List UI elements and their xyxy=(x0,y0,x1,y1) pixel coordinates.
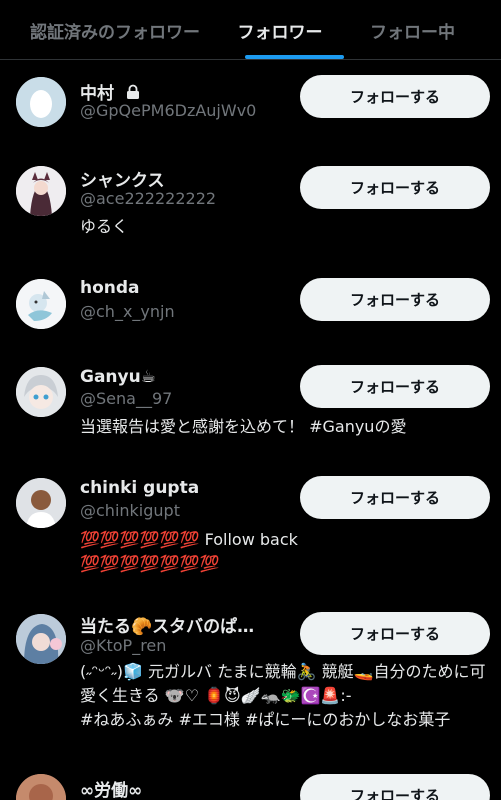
follow-button[interactable]: フォローする xyxy=(300,75,490,118)
user-name[interactable]: シャンクス xyxy=(80,166,165,191)
tab-followers[interactable]: フォロワー xyxy=(230,0,330,60)
active-tab-indicator xyxy=(245,55,344,59)
tab-following[interactable]: フォロー中 xyxy=(370,0,501,60)
list-item[interactable]: chinki gupta @chinkigupt 💯💯💯💯💯💯 Follow b… xyxy=(0,476,501,586)
avatar-image xyxy=(16,774,66,800)
user-bio: ゆるく xyxy=(80,217,129,236)
user-name[interactable]: 当たる🥐スタバのぱ… xyxy=(80,612,254,637)
list-item[interactable]: シャンクス @ace222222222 ゆるく フォローする xyxy=(0,164,501,244)
character-avatar-image xyxy=(16,279,66,329)
follow-button[interactable]: フォローする xyxy=(300,476,490,519)
user-handle: @ch_x_ynjn xyxy=(80,302,175,321)
avatar[interactable] xyxy=(16,367,66,417)
person-photo-avatar-image xyxy=(16,478,66,528)
user-handle: @KtoP_ren xyxy=(80,636,167,655)
avatar[interactable] xyxy=(16,166,66,216)
user-bio: 当選報告は愛と感謝を込めて！ #Ganyuの愛 xyxy=(80,417,407,436)
list-item[interactable]: 当たる🥐スタバのぱ… @KtoP_ren (˶ᵔᵕᵔ˶)🧊 元ガルバ たまに競輪… xyxy=(0,612,501,762)
list-item[interactable]: Ganyu☕ @Sena__97 当選報告は愛と感謝を込めて！ #Ganyuの愛… xyxy=(0,365,501,445)
list-item[interactable]: 中村 @GpQePM6DzAujWv0 フォローする xyxy=(0,75,501,145)
follow-button[interactable]: フォローする xyxy=(300,612,490,655)
anime-character-avatar-image xyxy=(16,367,66,417)
user-handle: @GpQePM6DzAujWv0 xyxy=(80,101,257,120)
user-name[interactable]: honda xyxy=(80,278,140,298)
user-name[interactable]: ∞労働∞ xyxy=(80,776,142,800)
user-bio: (˶ᵔᵕᵔ˶)🧊 元ガルバ たまに競輪🚴 競艇🚤自分のために可愛く生きる 🐨♡ … xyxy=(80,662,486,729)
user-bio: 💯💯💯💯💯💯 Follow back 💯💯💯💯💯💯💯 xyxy=(80,530,298,573)
user-name[interactable]: Ganyu☕ xyxy=(80,367,156,387)
user-handle: @Sena__97 xyxy=(80,389,173,408)
follow-button[interactable]: フォローする xyxy=(300,365,490,408)
girl-photo-avatar-image xyxy=(16,614,66,664)
list-item[interactable]: honda @ch_x_ynjn フォローする xyxy=(0,276,501,331)
list-item[interactable]: ∞労働∞ フォローする xyxy=(0,774,501,800)
avatar[interactable] xyxy=(16,478,66,528)
user-name[interactable]: chinki gupta xyxy=(80,478,199,498)
follow-button[interactable]: フォローする xyxy=(300,278,490,321)
tab-bar: 認証済みのフォロワー フォロワー フォロー中 xyxy=(0,0,501,60)
anime-girl-avatar-image xyxy=(16,166,66,216)
avatar[interactable] xyxy=(16,774,66,800)
tab-verified-followers[interactable]: 認証済みのフォロワー xyxy=(0,0,230,60)
follow-button[interactable]: フォローする xyxy=(300,166,490,209)
avatar[interactable] xyxy=(16,614,66,664)
user-handle: @chinkigupt xyxy=(80,501,180,520)
follow-button[interactable]: フォローする xyxy=(300,774,490,800)
egg-avatar-icon xyxy=(16,77,66,127)
avatar[interactable] xyxy=(16,279,66,329)
user-handle: @ace222222222 xyxy=(80,189,217,208)
avatar-default-egg[interactable] xyxy=(16,77,66,127)
